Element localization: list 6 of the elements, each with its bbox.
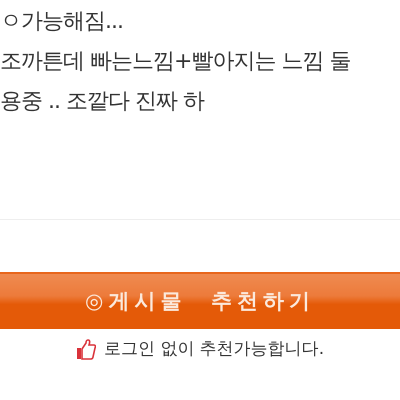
recommend-note: 로그인 없이 추천가능합니다. — [104, 338, 324, 361]
post-text-line: 조까튼데 빠는느낌+빨아지는 느낌 둘 — [0, 48, 350, 76]
post-text-line: ㅇ가능해짐... — [0, 8, 123, 36]
recommend-button[interactable]: ◎게시물 추천하기 — [0, 272, 400, 329]
post-text-line: 용중 .. 조깥다 진짜 하 — [0, 88, 204, 116]
thumbs-up-icon — [76, 339, 96, 360]
